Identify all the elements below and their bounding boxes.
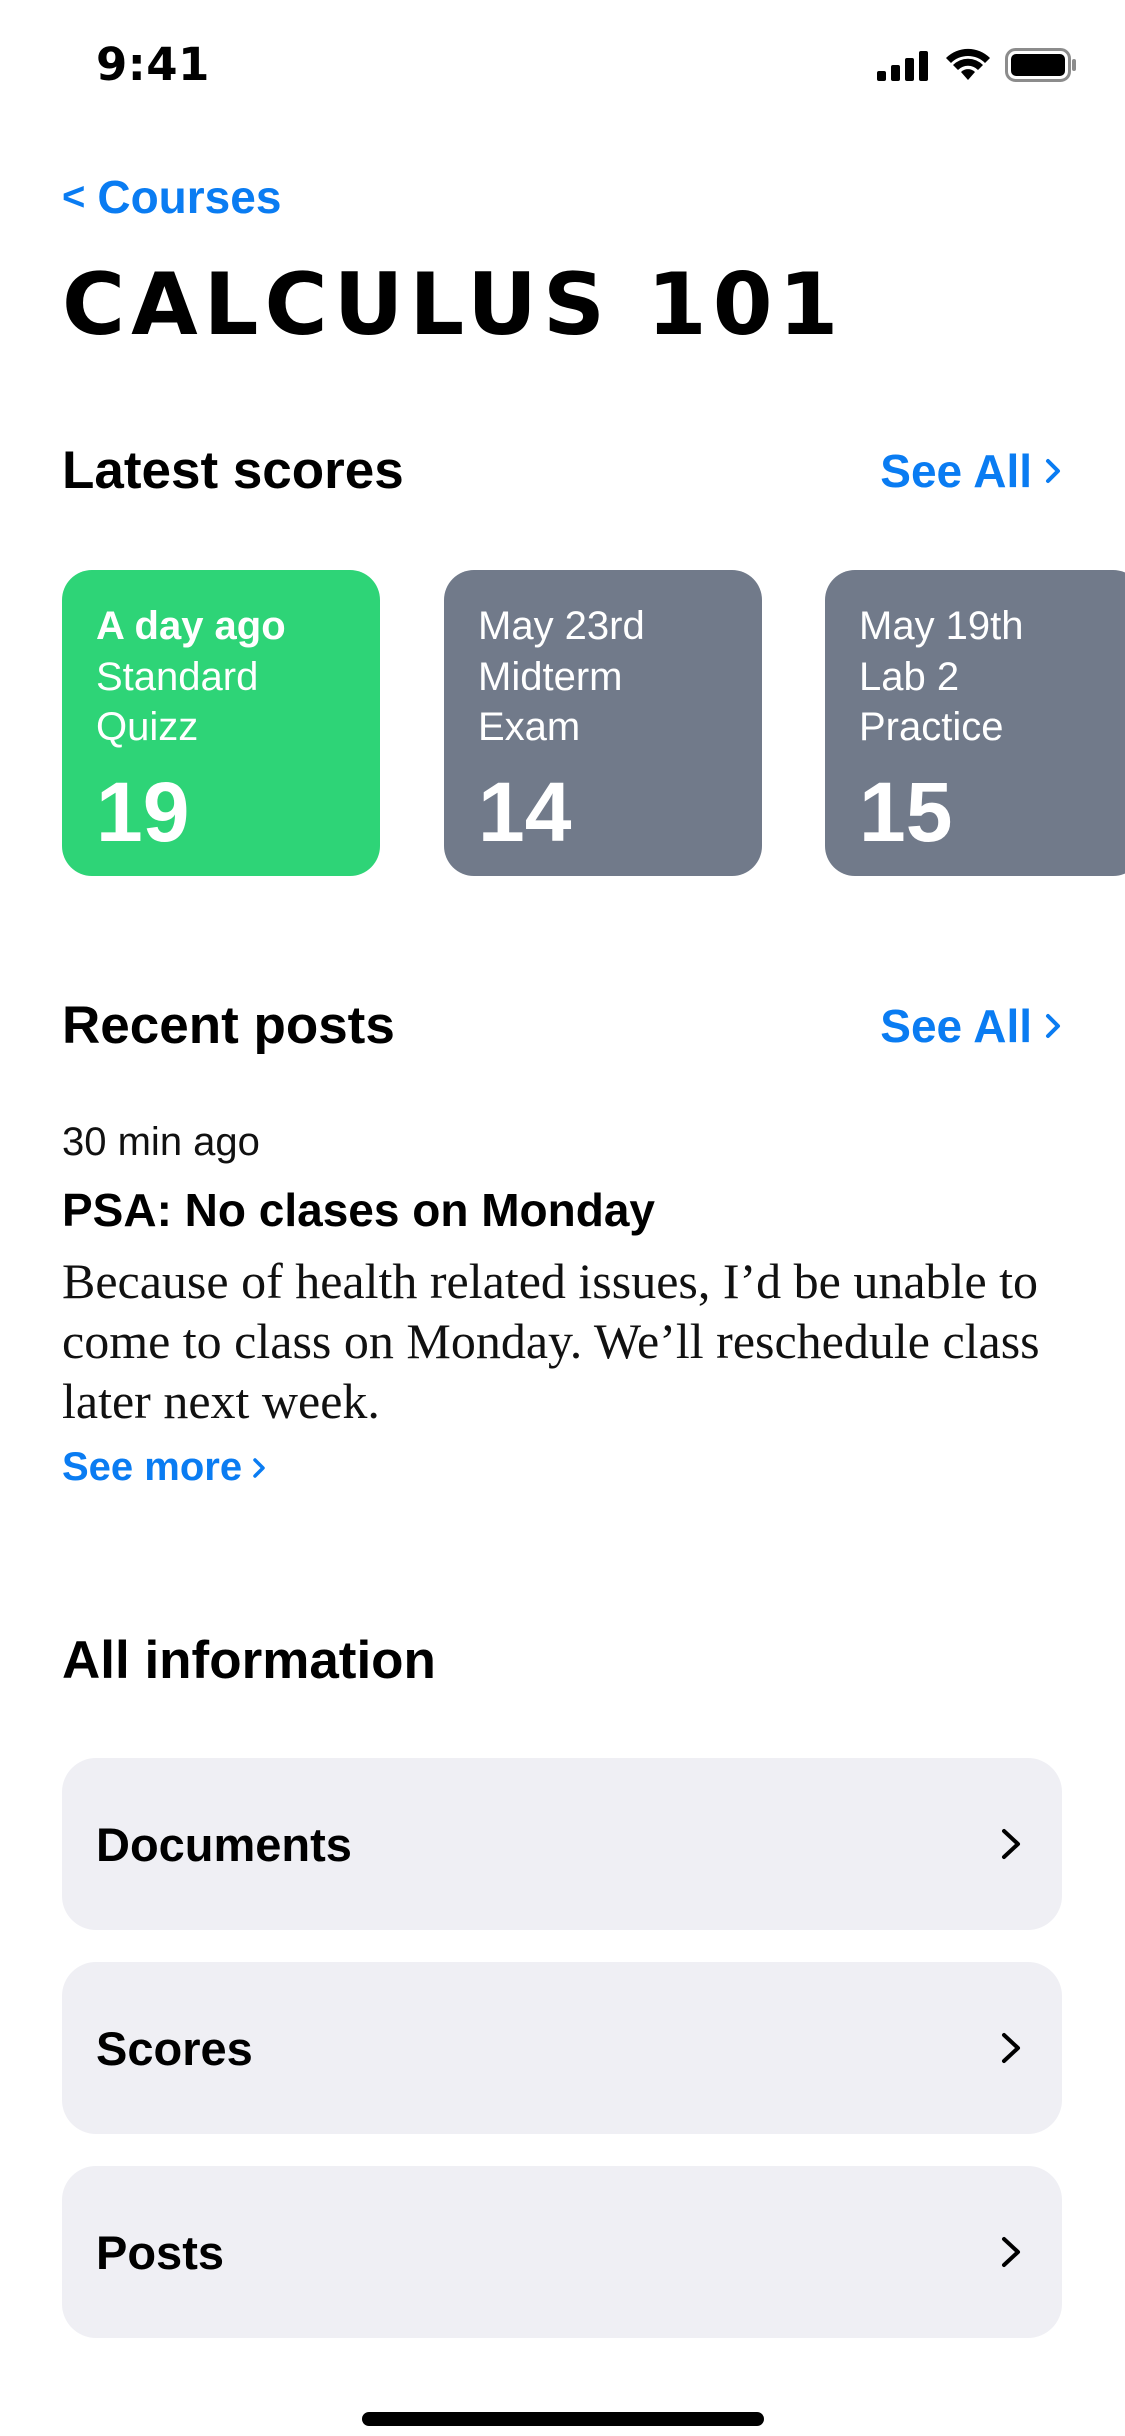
chevron-right-icon <box>1002 2237 1020 2267</box>
score-card-value: 14 <box>478 765 572 859</box>
chevron-right-icon <box>1046 458 1060 483</box>
score-card[interactable]: May 23rd Midterm Exam 14 <box>444 570 762 876</box>
score-card[interactable]: May 19th Lab 2 Practice 15 <box>825 570 1125 876</box>
post-timestamp: 30 min ago <box>62 1120 260 1164</box>
latest-scores-header: Latest scores See All <box>62 440 1062 501</box>
all-information-header: All information <box>62 1630 1062 1691</box>
battery-icon <box>1005 48 1076 82</box>
score-card-name: Midterm Exam <box>478 655 623 749</box>
score-card-name: Standard Quizz <box>96 655 259 749</box>
chevron-left-icon: < <box>62 175 86 219</box>
see-all-label: See All <box>880 444 1032 497</box>
signal-icon <box>877 51 928 81</box>
recent-posts-header: Recent posts See All <box>62 995 1062 1056</box>
chevron-right-icon <box>1002 1829 1020 1859</box>
back-to-courses-button[interactable]: < Courses <box>62 170 281 224</box>
info-item-scores[interactable]: Scores <box>62 1962 1062 2134</box>
post-item: 30 min ago PSA: No clases on Monday Beca… <box>62 1120 1062 1490</box>
home-indicator[interactable] <box>362 2412 764 2426</box>
score-card-value: 19 <box>96 765 190 859</box>
back-label: Courses <box>97 171 282 223</box>
post-body: Because of health related issues, I’d be… <box>62 1253 1040 1429</box>
status-time: 9:41 <box>96 38 210 91</box>
info-item-label: Documents <box>96 1817 352 1871</box>
see-more-button[interactable]: See more <box>62 1445 266 1490</box>
section-title-latest-scores: Latest scores <box>62 441 404 500</box>
chevron-right-icon <box>1002 2033 1020 2063</box>
information-list: Documents Scores Posts <box>62 1758 1062 2370</box>
post-title: PSA: No clases on Monday <box>62 1184 656 1236</box>
score-card-date: A day ago <box>96 604 286 648</box>
status-icons <box>877 48 1077 82</box>
score-cards-carousel[interactable]: A day ago Standard Quizz 19 May 23rd Mid… <box>62 570 1125 876</box>
score-card[interactable]: A day ago Standard Quizz 19 <box>62 570 380 876</box>
score-card-date: May 19th <box>859 604 1024 648</box>
page-title: CALCULUS 101 <box>62 255 845 355</box>
section-title-recent-posts: Recent posts <box>62 996 395 1055</box>
status-bar: 9:41 <box>0 0 1125 132</box>
info-item-label: Scores <box>96 2021 253 2075</box>
score-card-date: May 23rd <box>478 604 645 648</box>
see-more-label: See more <box>62 1445 243 1489</box>
see-all-label: See All <box>880 999 1032 1052</box>
info-item-label: Posts <box>96 2225 224 2279</box>
see-all-scores-button[interactable]: See All <box>880 444 1062 498</box>
info-item-documents[interactable]: Documents <box>62 1758 1062 1930</box>
score-card-name: Lab 2 Practice <box>859 655 1004 749</box>
chevron-right-icon <box>253 1457 265 1478</box>
wifi-icon <box>946 48 990 80</box>
score-card-value: 15 <box>859 765 953 859</box>
section-title-all-information: All information <box>62 1631 436 1690</box>
info-item-posts[interactable]: Posts <box>62 2166 1062 2338</box>
see-all-posts-button[interactable]: See All <box>880 999 1062 1053</box>
chevron-right-icon <box>1046 1013 1060 1038</box>
